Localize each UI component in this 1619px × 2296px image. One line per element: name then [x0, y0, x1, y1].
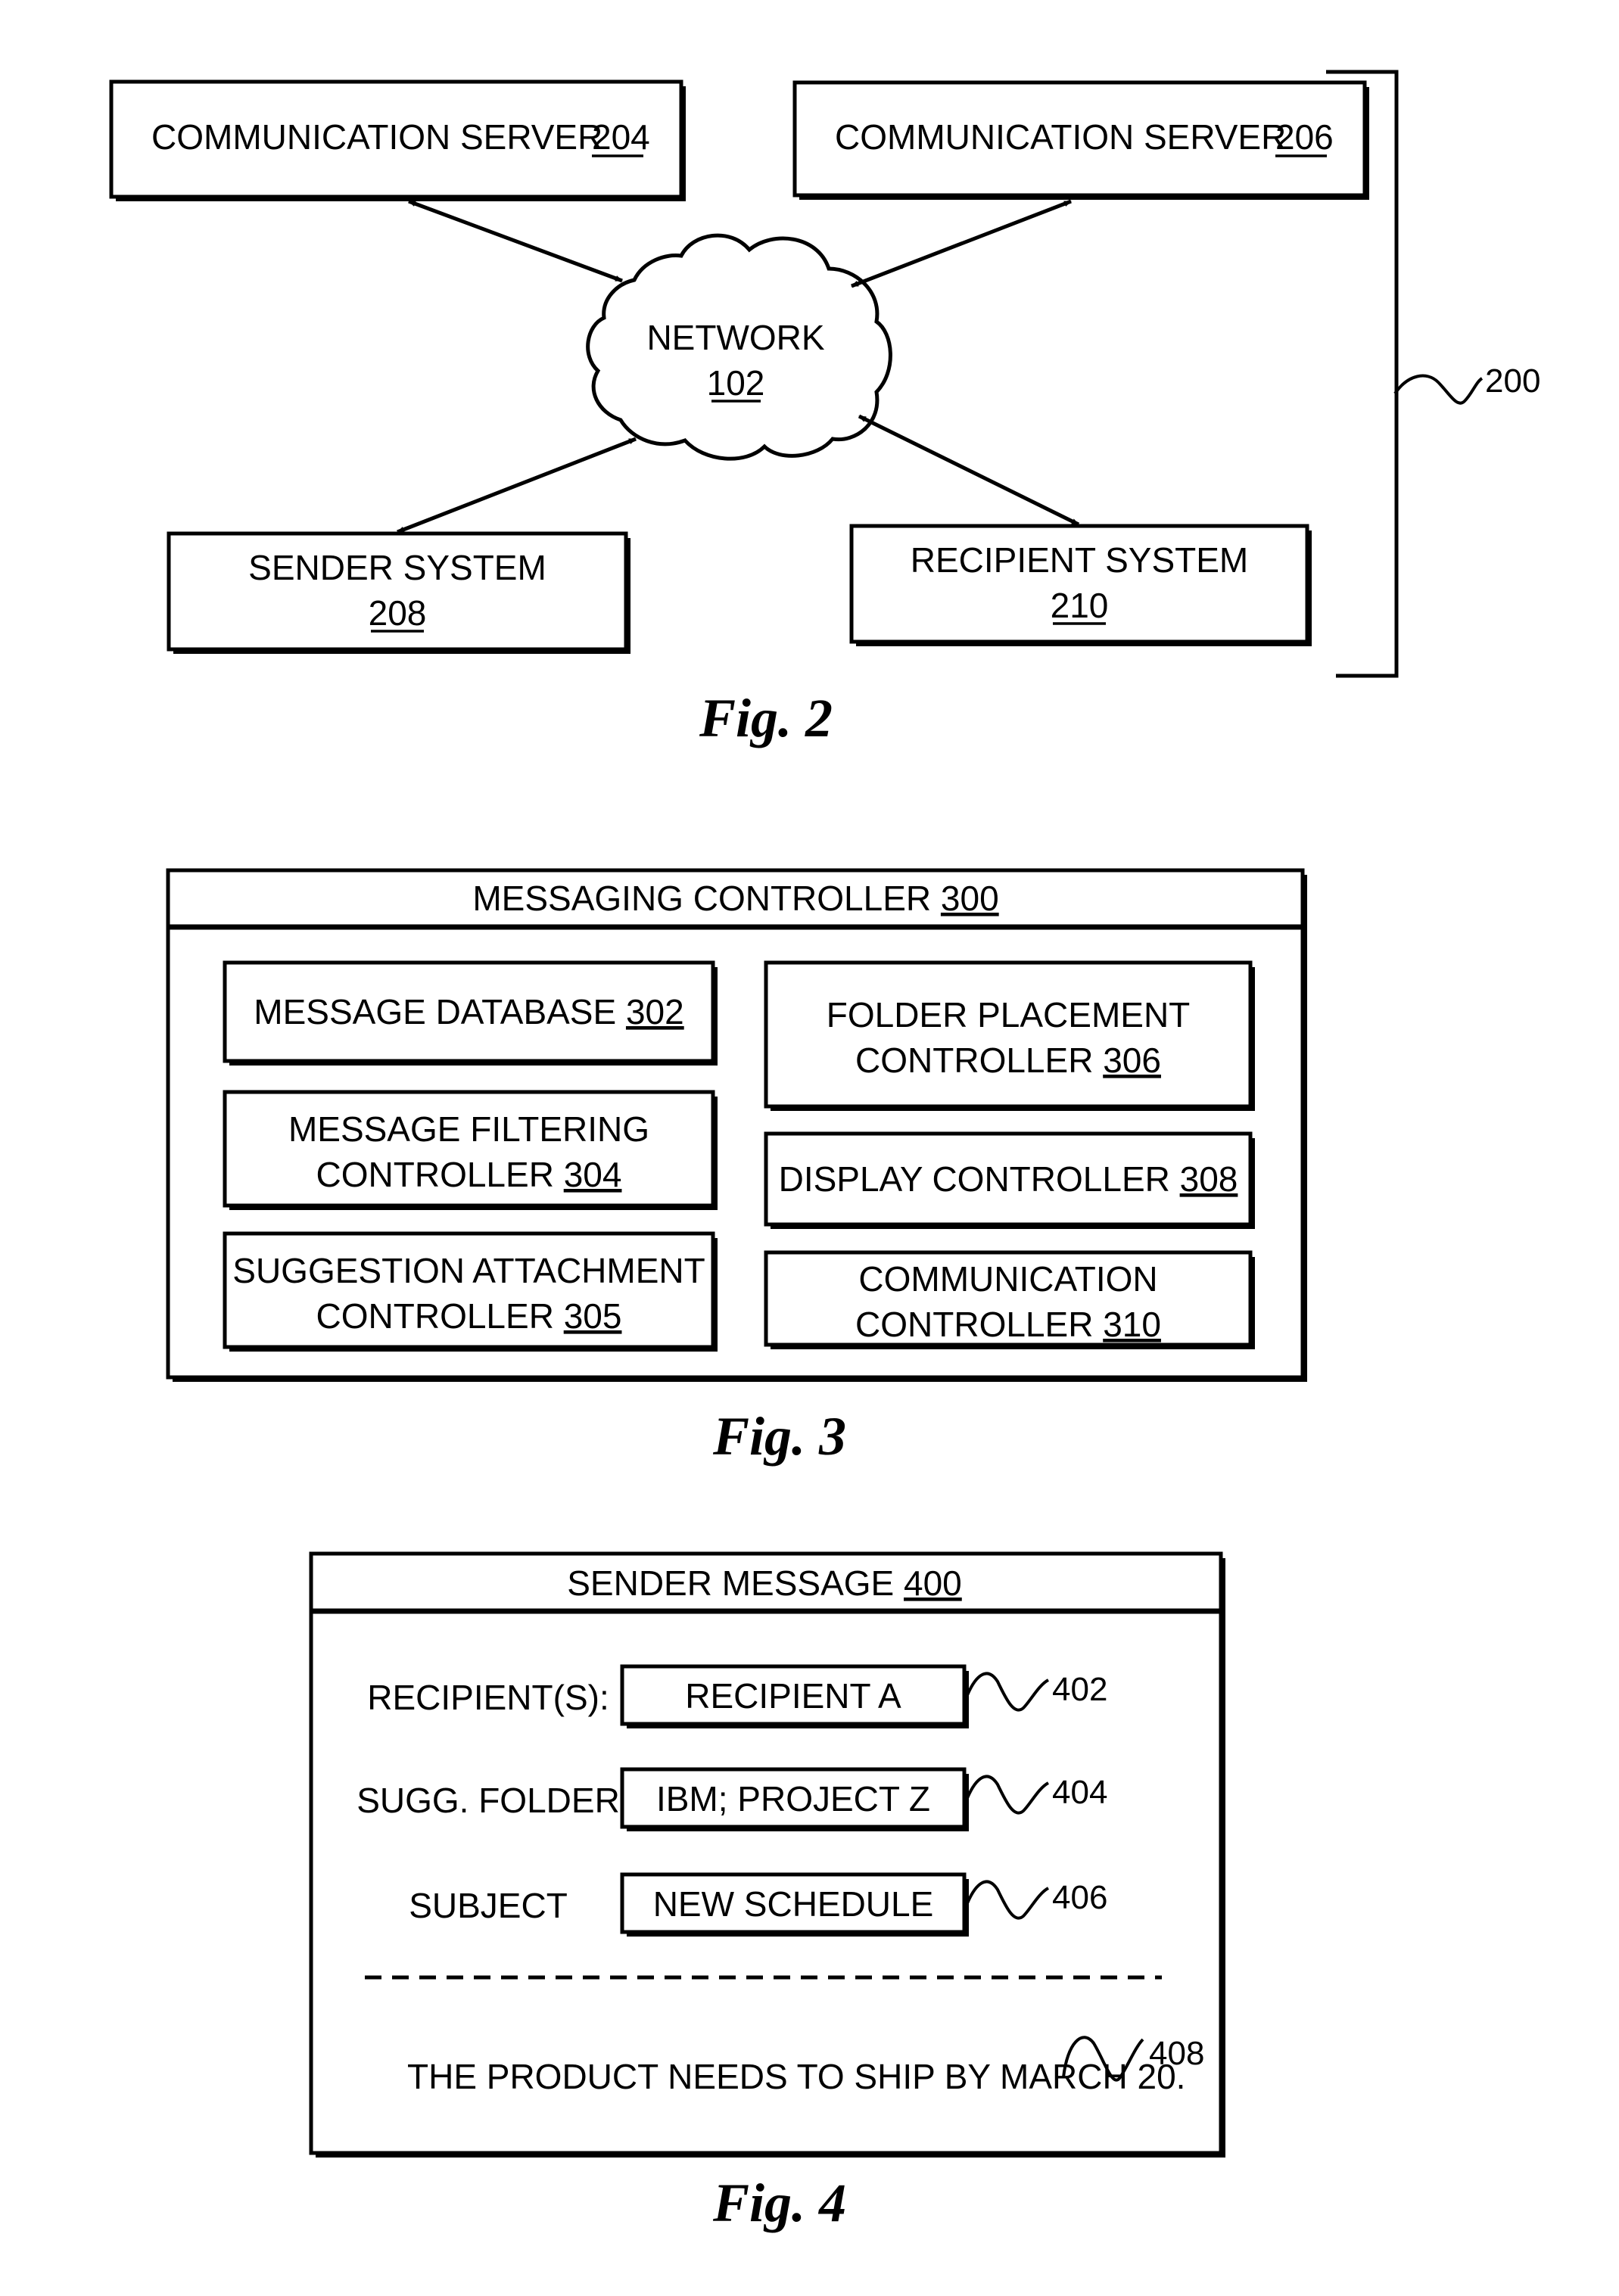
figure-2-caption: Fig. 2: [699, 688, 833, 748]
field-label: SUBJECT: [409, 1886, 568, 1925]
component-label: MESSAGE DATABASE 302: [254, 992, 683, 1031]
node-ref: 210: [1051, 586, 1109, 625]
system-ref-200: 200: [1485, 362, 1540, 400]
component-box-302: MESSAGE DATABASE 302: [223, 960, 718, 1066]
component-ref: 310: [1103, 1305, 1161, 1344]
node-label: COMMUNICATION SERVER: [835, 117, 1286, 157]
component-label-line2: CONTROLLER 304: [316, 1155, 622, 1194]
arrow-sender-network: [397, 437, 637, 534]
figure-2: COMMUNICATION SERVER 204 COMMUNICATION S…: [109, 70, 1540, 748]
arrow-recipient-network: [858, 414, 1080, 527]
field-ref: 402: [1052, 1671, 1107, 1708]
component-label: MESSAGE FILTERING: [288, 1109, 649, 1149]
component-label-line2: CONTROLLER 306: [855, 1041, 1161, 1080]
field-value: NEW SCHEDULE: [653, 1884, 934, 1924]
component-box-310: COMMUNICATION CONTROLLER 310: [764, 1250, 1255, 1349]
node-ref: 204: [592, 117, 650, 157]
component-label: COMMUNICATION: [858, 1259, 1157, 1299]
field-value: RECIPIENT A: [685, 1676, 901, 1716]
title-text: SENDER MESSAGE: [567, 1563, 894, 1603]
component-box-306: FOLDER PLACEMENT CONTROLLER 306: [764, 960, 1255, 1111]
patent-drawing-sheet: COMMUNICATION SERVER 204 COMMUNICATION S…: [109, 70, 1540, 2233]
network-label: NETWORK: [646, 318, 824, 357]
component-box-304: MESSAGE FILTERING CONTROLLER 304: [223, 1090, 718, 1210]
node-label: RECIPIENT SYSTEM: [911, 540, 1248, 580]
network-102-cloud: NETWORK 102: [586, 233, 892, 461]
field-ref: 406: [1052, 1879, 1107, 1916]
figure-3-caption: Fig. 3: [712, 1406, 846, 1467]
figure-4-caption: Fig. 4: [712, 2173, 846, 2233]
field-value: IBM; PROJECT Z: [656, 1779, 930, 1818]
sender-system-208-node: SENDER SYSTEM 208: [167, 531, 630, 654]
component-ref: 308: [1180, 1159, 1238, 1199]
field-label: RECIPIENT(S):: [367, 1678, 609, 1717]
component-label: FOLDER PLACEMENT: [827, 995, 1191, 1034]
node-label: COMMUNICATION SERVER: [151, 117, 602, 157]
component-label-line2: CONTROLLER 310: [855, 1305, 1161, 1344]
sender-message-title: SENDER MESSAGE 400: [567, 1563, 962, 1603]
component-ref: 305: [564, 1296, 622, 1336]
figure-4: SENDER MESSAGE 400 RECIPIENT(S): RECIPIEN…: [309, 1551, 1225, 2233]
component-box-305: SUGGESTION ATTACHMENT CONTROLLER 305: [223, 1231, 718, 1352]
arrow-server204-network: [408, 199, 623, 283]
reference-leader-200: [1393, 374, 1484, 405]
figure-3: MESSAGING CONTROLLER 300 MESSAGE DATABAS…: [166, 868, 1307, 1467]
node-ref: 206: [1275, 117, 1334, 157]
component-label: DISPLAY CONTROLLER 308: [779, 1159, 1238, 1199]
component-label-line2: CONTROLLER 305: [316, 1296, 622, 1336]
message-body-text: THE PRODUCT NEEDS TO SHIP BY MARCH 20.: [407, 2057, 1185, 2096]
body-ref-408: 408: [1149, 2035, 1204, 2072]
component-ref: 304: [564, 1155, 622, 1194]
title-ref: 400: [904, 1563, 962, 1603]
network-ref: 102: [707, 363, 765, 403]
node-label: SENDER SYSTEM: [248, 548, 546, 587]
component-ref: 302: [626, 992, 684, 1031]
node-ref: 208: [369, 593, 427, 633]
title-ref: 300: [941, 879, 999, 918]
component-ref: 306: [1103, 1041, 1161, 1080]
arrow-server206-network: [851, 199, 1072, 288]
field-label: SUGG. FOLDER: [356, 1781, 620, 1820]
recipient-system-210-node: RECIPIENT SYSTEM 210: [849, 524, 1312, 646]
communication-server-206-node: COMMUNICATION SERVER 206: [792, 80, 1369, 200]
component-box-308: DISPLAY CONTROLLER 308: [764, 1131, 1255, 1229]
field-ref: 404: [1052, 1774, 1107, 1811]
communication-server-204-node: COMMUNICATION SERVER 204: [109, 79, 686, 201]
title-text: MESSAGING CONTROLLER: [472, 879, 931, 918]
messaging-controller-title: MESSAGING CONTROLLER 300: [472, 879, 998, 918]
component-label: SUGGESTION ATTACHMENT: [232, 1251, 705, 1290]
